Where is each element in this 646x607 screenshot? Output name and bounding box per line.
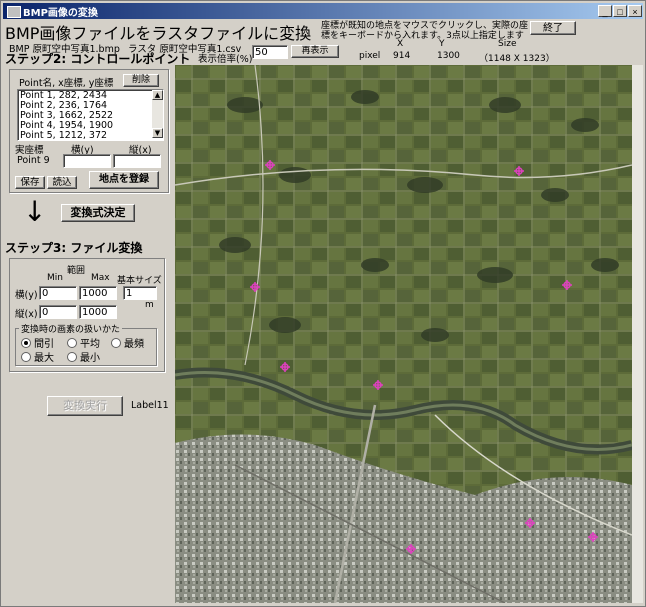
pixel-label: pixel (359, 51, 381, 61)
zoom-label: 表示倍率(%) (198, 54, 253, 65)
aerial-photo-image[interactable] (175, 65, 632, 603)
col-x-label: X (397, 39, 404, 49)
real-vert-input[interactable] (113, 154, 161, 168)
image-size-value: （1148 X 1323） (479, 54, 555, 64)
horiz-max-input[interactable]: 1000 (79, 286, 117, 300)
control-point-list[interactable]: Point 1, 282, 2434 Point 2, 236, 1764 Poin… (17, 89, 164, 141)
col-y-label: Y (439, 39, 445, 49)
control-point-item[interactable]: Point 5, 1212, 372 (20, 131, 161, 141)
maximize-button[interactable]: □ (613, 5, 627, 17)
base-size-input[interactable]: 1 (123, 286, 157, 300)
photo-scrollbar[interactable] (632, 65, 643, 603)
app-window: BMP画像の変換 _ □ × BMP画像ファイルをラスタファイルに変換 座標が既… (0, 0, 646, 607)
status-label: Label11 (131, 400, 169, 411)
unit-label: m (145, 300, 154, 310)
list-scrollbar[interactable]: ▲ ▼ (152, 90, 163, 138)
exit-button[interactable]: 終了 (530, 21, 576, 35)
close-button[interactable]: × (628, 5, 642, 17)
radio-min[interactable]: 最小 (67, 349, 100, 364)
down-arrow-icon: ↓ (23, 195, 47, 228)
scroll-up-icon[interactable]: ▲ (152, 90, 163, 100)
range-label: 範囲 (67, 266, 86, 276)
radio-mode[interactable]: 最頻 (111, 335, 144, 350)
min-label: Min (47, 273, 63, 283)
pixel-handling-label: 変換時の画素の扱いかた (19, 322, 123, 335)
real-horiz-input[interactable] (63, 154, 111, 168)
step2-title: ステップ2: コントロールポイント (5, 52, 191, 66)
list-header: Point名, x座標, y座標 (19, 78, 114, 89)
radio-empty-icon (21, 352, 31, 362)
delete-button[interactable]: 削除 (123, 74, 159, 87)
pixel-x-value: 914 (393, 51, 411, 61)
execute-conversion-button[interactable]: 変換実行 (47, 396, 123, 416)
save-button[interactable]: 保存 (15, 176, 45, 189)
vert-min-input[interactable]: 0 (39, 305, 77, 319)
decide-formula-button[interactable]: 変換式決定 (61, 204, 135, 222)
load-button[interactable]: 読込 (47, 176, 77, 189)
pixel-y-value: 1300 (437, 51, 460, 61)
instruction-text: 座標が既知の地点をマウスでクリックし、実際の座標をキーボードから入れます。3点以… (321, 21, 529, 41)
aerial-photo-drawing (175, 65, 632, 603)
radio-thin[interactable]: 間引 (21, 335, 54, 350)
radio-empty-icon (67, 338, 77, 348)
range-vert-label: 縦(x) (15, 309, 38, 320)
max-label: Max (91, 273, 110, 283)
point-name: Point 9 (17, 155, 50, 166)
step3-title: ステップ3: ファイル変換 (5, 241, 143, 255)
radio-empty-icon (67, 352, 77, 362)
vert-max-input[interactable]: 1000 (79, 305, 117, 319)
horiz-min-input[interactable]: 0 (39, 286, 77, 300)
minimize-button[interactable]: _ (598, 5, 612, 17)
app-icon (7, 6, 21, 18)
range-horiz-label: 横(y) (15, 290, 38, 301)
base-size-label: 基本サイズ (117, 276, 162, 286)
radio-max[interactable]: 最大 (21, 349, 54, 364)
radio-selected-icon (21, 338, 31, 348)
zoom-input[interactable]: 50 (252, 45, 288, 59)
real-coord-label: 実座標 (15, 145, 44, 156)
scroll-down-icon[interactable]: ▼ (152, 128, 163, 138)
title-bar[interactable]: BMP画像の変換 _ □ × (3, 3, 643, 19)
register-point-button[interactable]: 地点を登録 (89, 171, 159, 189)
redisplay-button[interactable]: 再表示 (291, 45, 339, 58)
window-title: BMP画像の変換 (23, 8, 98, 19)
radio-average[interactable]: 平均 (67, 335, 100, 350)
col-size-label: Size (498, 39, 517, 49)
radio-empty-icon (111, 338, 121, 348)
